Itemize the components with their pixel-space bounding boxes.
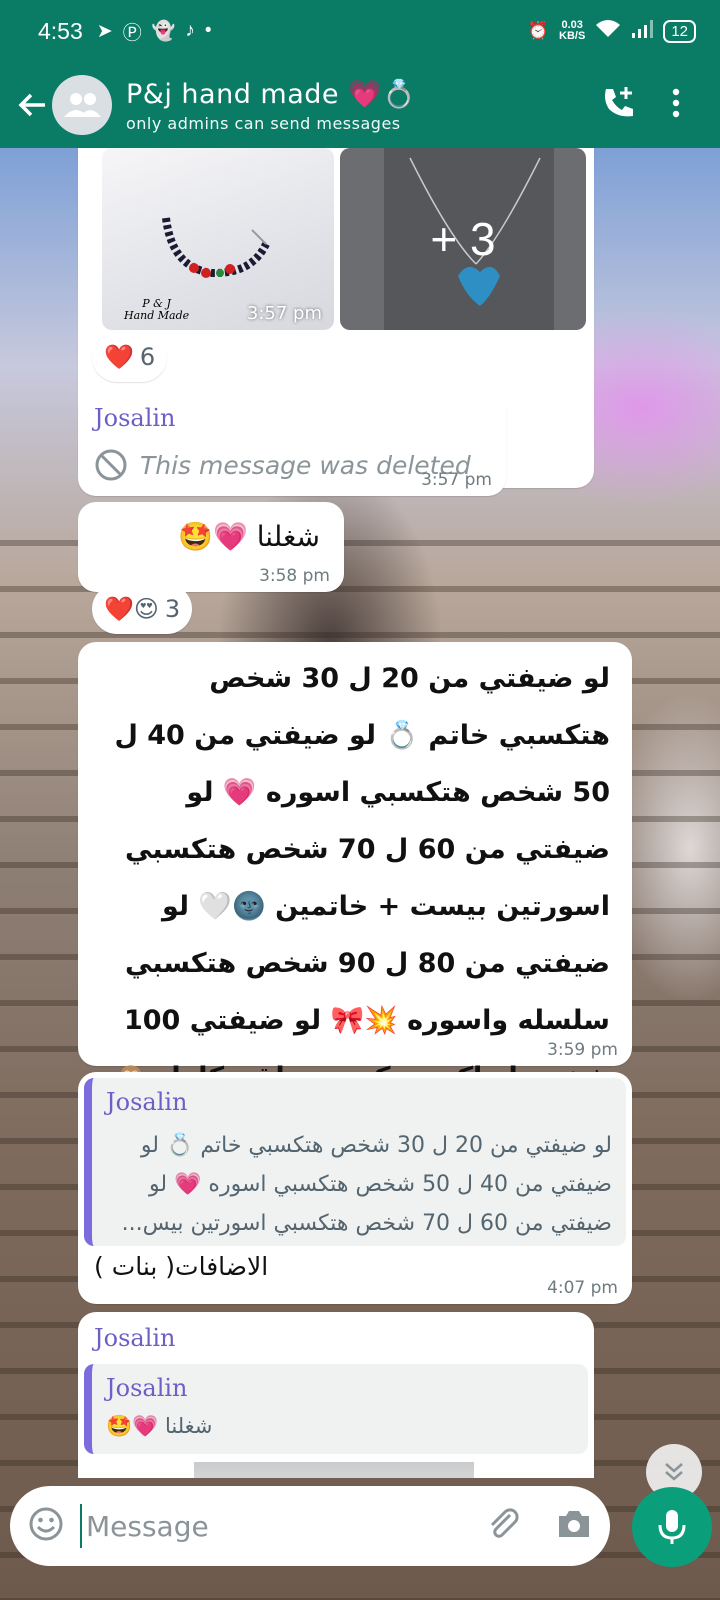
chat-header: P&j hand made 💗💍 only admins can send me… [0,62,720,148]
reply-message-2[interactable]: Josalin Josalin شغلنا 💗🤩 [78,1312,594,1478]
camera-icon[interactable] [556,1508,592,1544]
quoted-text: لو ضيفتي من 20 ل 30 شخص هتكسبي خاتم 💍 لو… [121,1133,612,1236]
reply-message[interactable]: Josalin لو ضيفتي من 20 ل 30 شخص هتكسبي خ… [78,1072,632,1304]
quoted-sender: Josalin [106,1374,188,1402]
message-sender[interactable]: Josalin [94,404,176,432]
emoji-icon[interactable] [28,1506,64,1546]
message-list[interactable]: P & J Hand Made 3:57 pm + 3 ❤️ 6 Josalin… [0,148,720,1478]
quoted-sender: Josalin [106,1088,188,1116]
album-watermark: P & J Hand Made [124,298,189,322]
watermark-line-2: Hand Made [124,309,190,322]
add-call-icon[interactable] [600,85,636,125]
album-photo-bracelet[interactable]: P & J Hand Made 3:57 pm [102,148,334,330]
double-chevron-down-icon [665,1463,683,1481]
offer-message[interactable]: لو ضيفتي من 20 ل 30 شخص هتكسبي خاتم 💍 لو… [78,642,632,1150]
group-title: P&j hand made 💗💍 [126,78,417,110]
shaghalna-reaction[interactable]: ❤️😍 3 [92,584,193,634]
mic-button[interactable] [632,1487,712,1567]
quoted-message[interactable]: Josalin لو ضيفتي من 20 ل 30 شخص هتكسبي خ… [84,1078,626,1246]
deleted-message[interactable]: Josalin This message was deleted 3:57 pm [78,392,506,496]
alarm-icon: ⏰ [527,21,550,40]
snapchat-icon: 👻 [151,21,176,42]
reaction-count: 6 [139,343,156,371]
message-time: 3:57 pm [421,470,492,490]
album-photo-necklace[interactable]: + 3 [340,148,586,330]
heart-reaction-icon: ❤️ [104,343,134,371]
wifi-icon [595,19,621,44]
album-more-count: + 3 [430,213,496,265]
battery-indicator: 12 [663,19,696,43]
shaghalna-message[interactable]: شغلنا 💗🤩 3:58 pm [78,502,344,592]
telegram-icon: ➤ [96,20,113,42]
net-speed-unit: KB/S [559,30,586,42]
message-input[interactable] [80,1504,484,1548]
header-title-block[interactable]: P&j hand made 💗💍 only admins can send me… [126,78,416,133]
message-time: 3:59 pm [547,1040,618,1060]
message-text: شغلنا 💗🤩 [178,520,320,553]
blocked-icon [95,449,127,481]
reaction-count: 3 [164,595,181,623]
quoted-message[interactable]: Josalin شغلنا 💗🤩 [84,1364,588,1454]
quoted-text: شغلنا 💗🤩 [106,1414,213,1438]
message-text: الاضافات( بنات ) [94,1252,269,1281]
message-image-preview[interactable] [194,1462,474,1478]
deleted-content: This message was deleted [94,448,471,482]
status-right: ⏰ 0.03 KB/S 12 [528,19,696,44]
group-avatar[interactable] [52,75,112,135]
pinterest-icon: Ⓟ [122,22,142,44]
message-composer [10,1486,610,1566]
more-options-icon[interactable] [672,88,680,122]
dot-icon: • [204,20,212,41]
mic-icon [658,1510,686,1544]
message-time: 3:58 pm [259,566,330,586]
back-arrow-icon[interactable] [0,90,56,120]
album-reaction[interactable]: ❤️ 6 [92,332,168,382]
attach-icon[interactable] [484,1505,522,1547]
status-bar: 4:53 ➤ Ⓟ 👻 ♪ • ⏰ 0.03 KB/S 12 [0,0,720,62]
header-actions [600,85,720,125]
status-time: 4:53 [38,17,83,44]
album-time: 3:57 pm [246,303,322,324]
notification-icons: ➤ Ⓟ 👻 ♪ • [97,18,212,45]
net-speed: 0.03 KB/S [559,20,585,42]
tiktok-icon: ♪ [185,20,195,41]
message-time: 4:07 pm [547,1278,618,1298]
group-icon [64,93,101,117]
signal-icon [631,19,654,44]
heart-eyes-reaction-icon: ❤️😍 [104,595,159,623]
group-subtitle: only admins can send messages [126,113,401,133]
message-sender[interactable]: Josalin [94,1324,176,1352]
